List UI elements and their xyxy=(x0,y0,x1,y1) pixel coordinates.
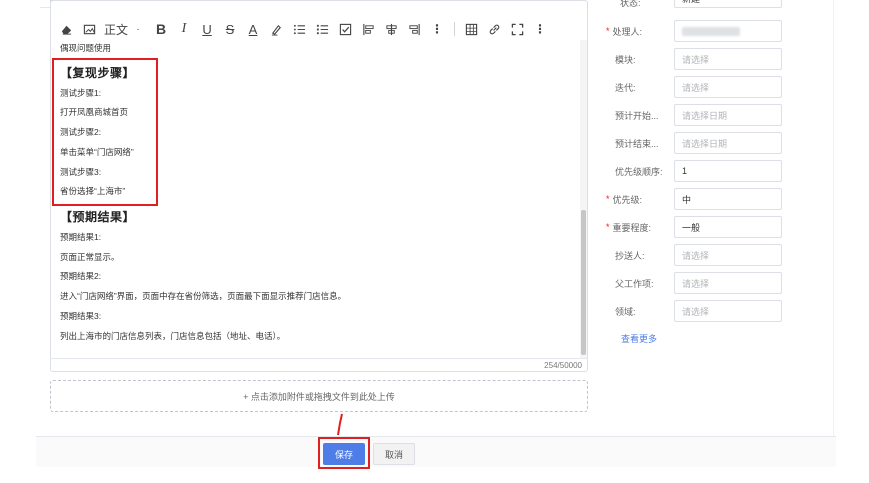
form-row: 领域: 请选择 xyxy=(606,300,816,322)
toolbar-divider xyxy=(454,22,456,36)
content-line: 偶现问题使用 xyxy=(60,43,112,53)
more-vertical-icon[interactable]: ⋮ xyxy=(429,20,445,38)
italic-button[interactable]: I xyxy=(176,20,192,38)
required-asterisk: * xyxy=(606,26,610,36)
form-field-label-text: 模块: xyxy=(615,54,636,65)
form-field-label: 父工作项: xyxy=(606,272,670,294)
table-icon[interactable] xyxy=(463,20,479,38)
content-line: 列出上海市的门店信息列表，门店信息包括（地址、电话）。 xyxy=(60,331,286,341)
form-row: * 优先级: 中 xyxy=(606,188,816,210)
form-row: * 重要程度: 一般 xyxy=(606,216,816,238)
form-field-input[interactable]: 请选择 xyxy=(674,272,782,294)
image-icon[interactable] xyxy=(81,20,97,38)
editor-toolbar: 正文 · B I U S A ⋮ ⋮ xyxy=(50,18,588,40)
form-field-input[interactable]: 请选择日期 xyxy=(674,132,782,154)
form-field-label-text: 优先级顺序: xyxy=(615,166,663,177)
content-line: 预期结果1: xyxy=(60,232,102,242)
form-field-input[interactable]: 中 xyxy=(674,188,782,210)
form-row: 父工作项: 请选择 xyxy=(606,272,816,294)
char-counter: 254/50000 xyxy=(544,361,582,370)
status-select[interactable]: 新建 xyxy=(674,0,782,8)
form-row: * 处理人: xyxy=(606,20,816,42)
form-row: 预计结束... 请选择日期 xyxy=(606,132,816,154)
form-row: 优先级顺序: 1 xyxy=(606,160,816,182)
content-heading: 【预期结果】 xyxy=(60,210,136,224)
content-line: 页面正常显示。 xyxy=(60,252,120,262)
content-line: 预期结果2: xyxy=(60,271,102,281)
form-field-label: * 重要程度: xyxy=(606,216,670,238)
checklist-icon[interactable] xyxy=(337,20,353,38)
form-field-label-text: 处理人: xyxy=(612,26,643,37)
form-field-label-text: 优先级: xyxy=(612,194,643,205)
form-field-label-text: 父工作项: xyxy=(615,278,654,289)
content-line: 预期结果3: xyxy=(60,311,102,321)
form-field-label: 优先级顺序: xyxy=(606,160,670,182)
link-icon[interactable] xyxy=(486,20,502,38)
fullscreen-icon[interactable] xyxy=(509,20,525,38)
strikethrough-button[interactable]: S xyxy=(222,20,238,38)
paragraph-format-button[interactable]: 正文 xyxy=(104,20,128,38)
align-left-icon[interactable] xyxy=(360,20,376,38)
underline-button[interactable]: U xyxy=(199,20,215,38)
font-color-button[interactable]: A xyxy=(245,20,261,38)
redacted-name xyxy=(682,26,740,36)
form-field-label: 预计结束... xyxy=(606,132,670,154)
footer-bar xyxy=(36,437,836,467)
align-right-icon[interactable] xyxy=(406,20,422,38)
status-label: 状态: xyxy=(620,0,641,8)
editor-scrollbar-thumb[interactable] xyxy=(581,210,586,355)
attachment-upload-area[interactable]: + 点击添加附件或拖拽文件到此处上传 xyxy=(50,380,588,412)
form-row: 模块: 请选择 xyxy=(606,48,816,70)
bullet-list-icon[interactable] xyxy=(314,20,330,38)
cancel-button[interactable]: 取消 xyxy=(373,443,415,465)
form-field-label: 迭代: xyxy=(606,76,670,98)
form-row: 迭代: 请选择 xyxy=(606,76,816,98)
align-center-icon[interactable] xyxy=(383,20,399,38)
form-field-label: * 优先级: xyxy=(606,188,670,210)
highlight-pen-icon[interactable] xyxy=(268,20,284,38)
editor-status-bar: 254/50000 xyxy=(50,358,588,372)
form-field-label: 抄送人: xyxy=(606,244,670,266)
required-asterisk: * xyxy=(606,194,610,204)
form-field-label-text: 预计开始... xyxy=(615,110,659,121)
form-field-input[interactable]: 1 xyxy=(674,160,782,182)
form-field-input[interactable]: 请选择日期 xyxy=(674,104,782,126)
ordered-list-icon[interactable] xyxy=(291,20,307,38)
see-more-link[interactable]: 查看更多 xyxy=(621,332,657,345)
form-field-label-text: 领域: xyxy=(615,306,636,317)
panel-edge xyxy=(833,0,834,436)
form-field-label-text: 重要程度: xyxy=(612,222,652,233)
form-row: 预计开始... 请选择日期 xyxy=(606,104,816,126)
form-field-label: 模块: xyxy=(606,48,670,70)
save-button[interactable]: 保存 xyxy=(323,443,365,465)
form-field-input[interactable] xyxy=(674,20,782,42)
form-field-input[interactable]: 请选择 xyxy=(674,76,782,98)
bold-button[interactable]: B xyxy=(153,20,169,38)
form-field-input[interactable]: 请选择 xyxy=(674,300,782,322)
form-field-label-text: 预计结束... xyxy=(615,138,659,149)
form-row: 抄送人: 请选择 xyxy=(606,244,816,266)
dropdown-dot-icon: · xyxy=(136,23,140,35)
annotation-arrow-mark xyxy=(337,413,343,436)
form-field-label-text: 迭代: xyxy=(615,82,636,93)
form-field-label: * 处理人: xyxy=(606,20,670,42)
form-field-label: 领域: xyxy=(606,300,670,322)
form-field-input[interactable]: 请选择 xyxy=(674,48,782,70)
form-field-input[interactable]: 一般 xyxy=(674,216,782,238)
form-field-input[interactable]: 请选择 xyxy=(674,244,782,266)
required-asterisk: * xyxy=(606,222,610,232)
more-options-icon[interactable]: ⋮ xyxy=(532,20,548,38)
annotation-highlight-box xyxy=(52,58,158,206)
form-field-label-text: 抄送人: xyxy=(615,250,645,261)
form-field-label: 预计开始... xyxy=(606,104,670,126)
content-line: 进入“门店网络”界面，页面中存在省份筛选，页面最下面显示推荐门店信息。 xyxy=(60,291,347,301)
eraser-icon[interactable] xyxy=(58,20,74,38)
